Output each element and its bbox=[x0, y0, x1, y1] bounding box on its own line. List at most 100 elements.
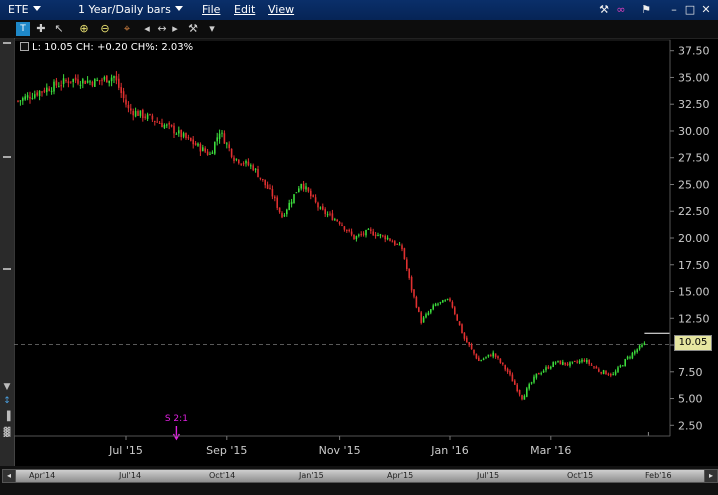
candle bbox=[610, 372, 612, 378]
candle bbox=[466, 335, 468, 343]
candle bbox=[374, 231, 377, 239]
candle bbox=[533, 374, 535, 384]
period-selector[interactable]: 1 Year/Daily bars bbox=[78, 3, 183, 16]
candle bbox=[499, 358, 502, 364]
candle bbox=[98, 80, 101, 85]
candle bbox=[509, 369, 511, 377]
candle bbox=[619, 364, 622, 368]
candle bbox=[624, 358, 626, 367]
x-tick-label: Jul '15 bbox=[108, 444, 143, 457]
link-icon[interactable]: ∞ bbox=[615, 4, 627, 16]
dropdown-icon[interactable]: ▾ bbox=[205, 22, 219, 36]
candle bbox=[643, 341, 646, 346]
candle bbox=[302, 181, 305, 192]
collapse-icon[interactable]: ▼ bbox=[2, 382, 12, 392]
candle bbox=[199, 142, 202, 156]
candle bbox=[170, 124, 173, 128]
crosshair-icon[interactable]: ✚ bbox=[34, 22, 48, 36]
candle bbox=[583, 358, 586, 363]
chart-type-icon[interactable]: T bbox=[16, 22, 30, 36]
candle bbox=[470, 342, 473, 350]
candle bbox=[50, 87, 53, 95]
pan-right-icon[interactable]: ▸ bbox=[168, 22, 182, 36]
menu-file[interactable]: File bbox=[202, 3, 220, 16]
candle bbox=[163, 123, 166, 129]
volume-icon[interactable]: ▐ bbox=[2, 412, 12, 422]
candle bbox=[569, 361, 571, 368]
close-icon[interactable]: ✕ bbox=[700, 4, 712, 16]
candle bbox=[101, 77, 103, 86]
candle bbox=[516, 382, 518, 393]
candle bbox=[581, 358, 583, 364]
candle bbox=[578, 359, 581, 365]
candle bbox=[324, 207, 326, 217]
time-navigator[interactable]: Apr'14 Jul'14 Oct'14 Jan'15 Apr'15 Jul'15 Oct'… bbox=[0, 466, 718, 495]
y-tick-label: 7.50 bbox=[678, 366, 703, 379]
nav-right-icon[interactable]: ▸ bbox=[704, 469, 718, 483]
menu-edit[interactable]: Edit bbox=[234, 3, 255, 16]
title-bar: ETE 1 Year/Daily bars File Edit View ⚒ ∞… bbox=[0, 0, 718, 21]
candle bbox=[538, 372, 540, 375]
split-event-label[interactable]: S 2:1 bbox=[165, 414, 188, 424]
candle bbox=[391, 239, 394, 243]
drawing-icon[interactable]: ↖ bbox=[52, 22, 66, 36]
candle bbox=[151, 113, 154, 122]
indicator-icon[interactable]: ▓ bbox=[2, 428, 12, 438]
y-tick-label: 2.50 bbox=[678, 419, 703, 432]
candle bbox=[598, 367, 600, 373]
candle bbox=[269, 184, 271, 190]
candle bbox=[127, 101, 130, 113]
candle bbox=[554, 361, 557, 365]
candle bbox=[24, 93, 26, 101]
candle bbox=[331, 209, 334, 221]
candle bbox=[353, 234, 355, 240]
flag-icon[interactable]: ⚑ bbox=[640, 4, 652, 16]
candle bbox=[36, 90, 38, 97]
candle bbox=[118, 73, 120, 91]
candle bbox=[360, 231, 362, 237]
drawing-tool-icon[interactable]: ↕ bbox=[2, 396, 12, 406]
candle bbox=[132, 108, 134, 121]
navigator-scrollbar[interactable]: Apr'14 Jul'14 Oct'14 Jan'15 Apr'15 Jul'15 Oct'… bbox=[14, 469, 706, 483]
candle bbox=[62, 74, 65, 88]
candle bbox=[86, 76, 89, 84]
candle bbox=[41, 91, 43, 97]
candle bbox=[274, 195, 276, 202]
symbol-selector[interactable]: ETE bbox=[8, 3, 41, 16]
zoom-out-icon[interactable]: ⊖ bbox=[98, 22, 112, 36]
menu-view[interactable]: View bbox=[268, 3, 294, 16]
wrench-icon[interactable]: ⚒ bbox=[598, 4, 610, 16]
candle bbox=[238, 159, 240, 165]
candle bbox=[70, 81, 72, 84]
zoom-in-icon[interactable]: ⊕ bbox=[77, 22, 91, 36]
maximize-icon[interactable]: □ bbox=[684, 4, 696, 16]
candle bbox=[566, 362, 569, 367]
minimize-icon[interactable]: – bbox=[668, 4, 680, 16]
candle bbox=[223, 130, 226, 144]
candle bbox=[638, 344, 641, 351]
rail-handle[interactable] bbox=[3, 42, 11, 44]
candle bbox=[82, 77, 84, 89]
settings-icon[interactable]: ⚒ bbox=[186, 22, 200, 36]
x-tick-label: Jan '16 bbox=[430, 444, 468, 457]
pan-both-icon[interactable]: ↔ bbox=[155, 22, 169, 36]
candle bbox=[106, 75, 108, 83]
candle bbox=[185, 132, 187, 140]
y-tick-label: 20.00 bbox=[678, 232, 710, 245]
price-chart[interactable]: S 2:1 37.50 35.00 32.50 30.00 27.50 25.00 22.5… bbox=[14, 38, 718, 466]
candle bbox=[278, 207, 281, 214]
nav-left-icon[interactable]: ◂ bbox=[2, 469, 16, 483]
rail-handle[interactable] bbox=[3, 156, 11, 158]
rail-handle[interactable] bbox=[3, 268, 11, 270]
candle bbox=[595, 365, 598, 369]
crosshair-cursor-icon[interactable]: ⌖ bbox=[120, 22, 134, 36]
candle bbox=[276, 195, 278, 211]
candle bbox=[178, 126, 180, 137]
candle bbox=[530, 381, 533, 385]
candle bbox=[216, 132, 218, 146]
candle bbox=[562, 359, 564, 366]
navigator-label: Jan'15 bbox=[299, 471, 324, 480]
pan-left-icon[interactable]: ◂ bbox=[140, 22, 154, 36]
candle bbox=[557, 360, 559, 363]
y-tick-label: 37.50 bbox=[678, 45, 710, 58]
